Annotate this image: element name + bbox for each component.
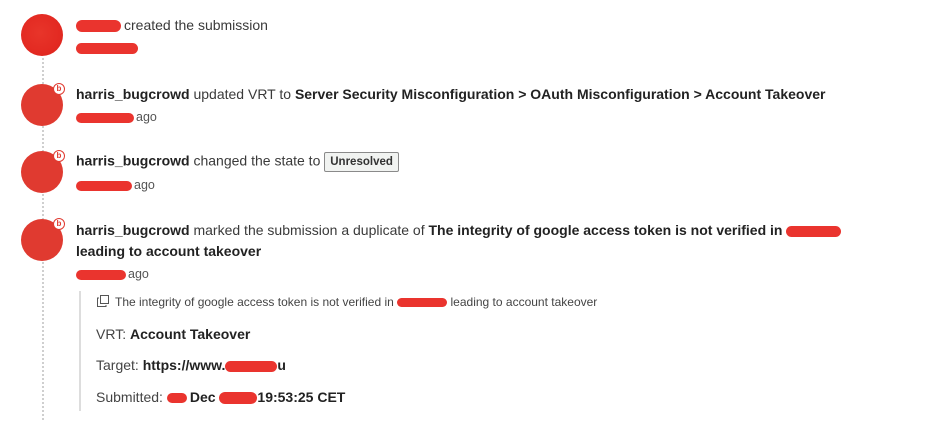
user-avatar[interactable] [21, 14, 63, 56]
event-action: marked the submission a duplicate of [193, 222, 425, 238]
bugcrowd-avatar[interactable]: b [21, 218, 65, 261]
event-username[interactable]: harris_bugcrowd [76, 86, 190, 102]
event-username[interactable]: harris_bugcrowd [76, 153, 190, 169]
duplicate-vrt-row: VRT: Account Takeover [96, 326, 250, 342]
submitted-label: Submitted: [96, 389, 163, 405]
target-value[interactable]: https://www. u [143, 357, 286, 373]
event-timestamp: ago [76, 267, 149, 281]
event-line: harris_bugcrowd changed the state to Unr… [76, 152, 399, 172]
event-line: harris_bugcrowd marked the submission a … [76, 222, 842, 238]
vrt-value: Account Takeover [129, 326, 251, 342]
event-line: harris_bugcrowd updated VRT to Server Se… [76, 86, 825, 102]
bugcrowd-avatar[interactable]: b [21, 150, 65, 193]
time-suffix: ago [134, 178, 155, 192]
vrt-label: VRT: [96, 326, 127, 342]
duplicate-target-link[interactable]: The integrity of google access token is … [429, 222, 783, 238]
bugcrowd-badge-icon: b [53, 218, 65, 230]
redacted-timestamp [76, 269, 126, 280]
redacted-username [76, 20, 121, 33]
event-timestamp: ago [76, 178, 155, 192]
event-action: changed the state to [193, 152, 321, 169]
event-timestamp [76, 41, 138, 55]
redacted-day [166, 393, 187, 404]
bugcrowd-badge-icon: b [53, 83, 65, 95]
state-badge: Unresolved [324, 152, 399, 172]
redacted-target-domain [225, 360, 278, 372]
redacted-timestamp [76, 43, 138, 55]
event-username[interactable]: harris_bugcrowd [76, 222, 190, 238]
time-suffix: ago [136, 110, 157, 124]
redacted-year [219, 392, 258, 405]
event-line-continued: leading to account takeover [76, 243, 261, 259]
event-action: created the submission [124, 17, 268, 33]
event-action: updated VRT to [193, 86, 292, 102]
event-timestamp: ago [76, 110, 157, 124]
duplicate-target-link-continued[interactable]: leading to account takeover [76, 243, 261, 259]
submitted-value: Dec 19:53:25 CET [166, 389, 345, 405]
event-line: created the submission [76, 17, 268, 33]
duplicate-details: The integrity of google access token is … [79, 291, 781, 411]
redacted-timestamp [76, 180, 132, 191]
duplicate-submitted-row: Submitted: Dec 19:53:25 CET [96, 389, 345, 405]
target-label: Target: [96, 357, 139, 373]
duplicate-title[interactable]: The integrity of google access token is … [97, 295, 597, 309]
duplicate-target-row: Target: https://www. u [96, 357, 286, 373]
time-suffix: ago [128, 267, 149, 281]
duplicate-copy-icon [97, 295, 109, 307]
bugcrowd-avatar[interactable]: b [21, 83, 65, 126]
redacted-program-name [397, 298, 448, 308]
bugcrowd-badge-icon: b [53, 150, 65, 162]
vrt-path: Server Security Misconfiguration > OAuth… [294, 86, 826, 102]
redacted-timestamp [76, 112, 134, 123]
redacted-program-name [786, 225, 842, 237]
